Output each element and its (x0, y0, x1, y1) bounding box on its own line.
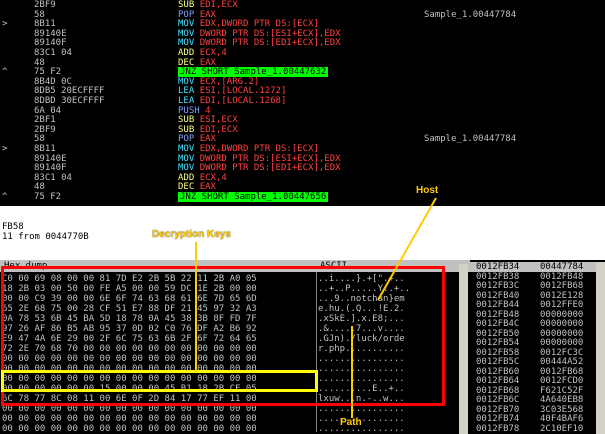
host-arrow (377, 197, 437, 301)
annotation-arrows (195, 197, 437, 418)
